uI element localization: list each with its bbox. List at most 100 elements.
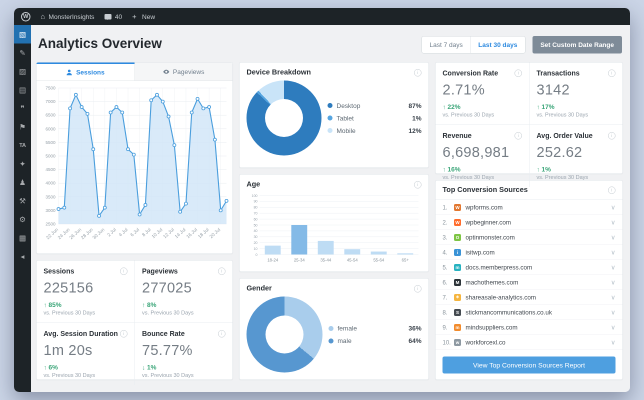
pages-icon[interactable]: ▤ bbox=[14, 81, 31, 100]
source-domain: mindsuppliers.com bbox=[465, 323, 518, 331]
legend-label: male bbox=[337, 337, 352, 345]
info-icon[interactable] bbox=[414, 68, 422, 77]
tab-pageviews-label: Pageviews bbox=[172, 67, 205, 76]
source-row[interactable]: 10. w workforcexl.co bbox=[435, 335, 623, 350]
info-icon[interactable] bbox=[514, 131, 522, 140]
wordpress-logo-icon[interactable] bbox=[21, 11, 31, 22]
metric-compare-label: vs. Previous 30 Days bbox=[536, 112, 589, 118]
info-icon[interactable] bbox=[218, 267, 226, 275]
appearance-icon[interactable]: ⚑ bbox=[14, 118, 31, 137]
info-icon[interactable] bbox=[120, 329, 128, 338]
middle-column: Device Breakdown Desktop 87% Tablet 1% Mobil… bbox=[239, 62, 429, 380]
set-custom-date-range-button[interactable]: Set Custom Date Range bbox=[532, 36, 622, 54]
comments-icon[interactable]: ❞ bbox=[14, 99, 31, 118]
source-rank: 2. bbox=[442, 218, 448, 226]
favicon: m bbox=[454, 263, 461, 271]
source-rank: 8. bbox=[442, 308, 448, 316]
favicon: W bbox=[454, 203, 461, 211]
source-row[interactable]: 2. Wwpbeginner.com bbox=[435, 215, 623, 230]
chevron-down-icon[interactable] bbox=[611, 323, 616, 331]
legend-row: Desktop 87% bbox=[327, 101, 422, 110]
tab-sessions[interactable]: Sessions bbox=[36, 62, 135, 81]
info-icon[interactable] bbox=[608, 131, 616, 140]
range-button-last-30-days[interactable]: Last 30 days bbox=[470, 36, 525, 53]
favicon: M bbox=[454, 278, 461, 286]
collapse-icon[interactable]: ◂ bbox=[14, 247, 31, 266]
info-icon[interactable] bbox=[514, 69, 522, 77]
info-icon[interactable] bbox=[608, 69, 616, 77]
svg-text:5500: 5500 bbox=[45, 140, 56, 145]
comments-link[interactable]: 40 bbox=[104, 13, 122, 20]
source-row[interactable]: 6. Mmachothemes.com bbox=[435, 275, 623, 290]
metric-card-pageviews: Pageviews 277025 ↑ 8%vs. Previous 30 Days bbox=[134, 260, 233, 323]
legend-value: 36% bbox=[408, 324, 422, 333]
chevron-down-icon[interactable] bbox=[611, 293, 616, 301]
metric-change: ↑ 8% bbox=[142, 301, 157, 309]
age-title: Age bbox=[246, 180, 261, 189]
dashboard-icon[interactable]: ▧ bbox=[14, 25, 31, 44]
device-donut-chart[interactable] bbox=[246, 80, 322, 156]
tools-icon[interactable]: ⚒ bbox=[14, 192, 31, 211]
svg-text:18-24: 18-24 bbox=[267, 258, 279, 263]
admin-sidebar: ▧ ✎ ▨ ▤ ❞ ⚑ TA ✦ ♟ ⚒ ⚙ ▦ ◂ bbox=[14, 25, 31, 392]
source-row[interactable]: 9. m mindsuppliers.com bbox=[435, 320, 623, 335]
users-icon[interactable]: ♟ bbox=[14, 173, 31, 192]
metric-title: Revenue bbox=[442, 131, 472, 140]
metric-title: Conversion Rate bbox=[442, 69, 499, 77]
sources-title: Top Conversion Sources bbox=[442, 186, 528, 194]
tab-pageviews[interactable]: Pageviews bbox=[134, 62, 233, 81]
view-sources-report-button[interactable]: View Top Conversion Sources Report bbox=[442, 356, 616, 374]
chevron-down-icon[interactable] bbox=[611, 278, 616, 286]
insights-icon[interactable]: ▦ bbox=[14, 229, 31, 248]
source-row[interactable]: 8. Sstickmancommunications.co.uk bbox=[435, 305, 623, 320]
sessions-chart[interactable]: 2500 3000 3500 4000 4500 5000 5500 6000 6500 7000… bbox=[37, 81, 233, 254]
new-content-link[interactable]: New bbox=[132, 12, 155, 21]
info-icon[interactable] bbox=[120, 267, 128, 275]
source-domain: docs.memberpress.com bbox=[465, 263, 533, 271]
source-rank: 6. bbox=[442, 278, 448, 286]
source-row[interactable]: 5. m docs.memberpress.com bbox=[435, 260, 623, 275]
source-row[interactable]: 4. i isitwp.com bbox=[435, 245, 623, 260]
legend-label: Desktop bbox=[336, 101, 361, 110]
source-row[interactable]: 7. ✶ shareasale-analytics.com bbox=[435, 290, 623, 305]
source-row[interactable]: 3. Ooptinmonster.com bbox=[435, 230, 623, 245]
chevron-down-icon[interactable] bbox=[611, 263, 616, 271]
tab-sessions-label: Sessions bbox=[76, 68, 105, 77]
info-icon[interactable] bbox=[608, 186, 616, 194]
svg-text:65+: 65+ bbox=[402, 258, 410, 263]
chevron-down-icon[interactable] bbox=[611, 218, 616, 226]
svg-text:28 Jun: 28 Jun bbox=[80, 227, 95, 241]
source-row[interactable]: 1. Wwpforms.com bbox=[435, 200, 623, 215]
right-column: Conversion Rate2.71%↑ 22%vs. Previous 30… bbox=[435, 62, 623, 380]
svg-text:6 Jul: 6 Jul bbox=[129, 227, 140, 238]
source-rank: 9. bbox=[442, 323, 448, 331]
svg-text:12 Jul: 12 Jul bbox=[162, 227, 175, 240]
settings-icon[interactable]: ⚙ bbox=[14, 210, 31, 229]
info-icon[interactable] bbox=[414, 180, 422, 189]
range-button-last-7-days[interactable]: Last 7 days bbox=[422, 37, 470, 54]
chevron-down-icon[interactable] bbox=[611, 248, 616, 256]
info-icon[interactable] bbox=[414, 284, 422, 293]
svg-text:70: 70 bbox=[254, 211, 258, 215]
svg-text:4 Jul: 4 Jul bbox=[118, 227, 129, 238]
main-content: Analytics Overview Last 7 days Last 30 da… bbox=[31, 25, 630, 392]
chevron-down-icon[interactable] bbox=[611, 308, 616, 316]
age-bar-chart[interactable]: 0 10 20 30 40 50 60 7080 90 100 18-24 25-34 35-44 45-… bbox=[247, 192, 423, 265]
site-name-link[interactable]: MonsterInsights bbox=[41, 12, 95, 21]
left-column: Sessions Pageviews 2500 3000 3500 4000 4500 5… bbox=[36, 62, 233, 385]
legend-value: 12% bbox=[408, 126, 422, 135]
ta-icon[interactable]: TA bbox=[14, 136, 31, 155]
info-icon[interactable] bbox=[218, 329, 226, 338]
source-domain: workforcexl.co bbox=[465, 338, 506, 346]
traffic-metrics: Sessions225156↑ 85%vs. Previous 30 DaysP… bbox=[36, 260, 233, 385]
device-legend: Desktop 87% Tablet 1% Mobile 12% bbox=[327, 97, 422, 140]
media-icon[interactable]: ▨ bbox=[14, 62, 31, 81]
svg-text:60: 60 bbox=[254, 217, 258, 221]
chevron-down-icon[interactable] bbox=[611, 338, 616, 346]
chevron-down-icon[interactable] bbox=[611, 203, 616, 211]
gender-donut-chart[interactable] bbox=[246, 296, 323, 373]
posts-icon[interactable]: ✎ bbox=[14, 44, 31, 63]
legend-label: female bbox=[337, 324, 358, 333]
plugins-icon[interactable]: ✦ bbox=[14, 155, 31, 174]
chevron-down-icon[interactable] bbox=[611, 233, 616, 241]
